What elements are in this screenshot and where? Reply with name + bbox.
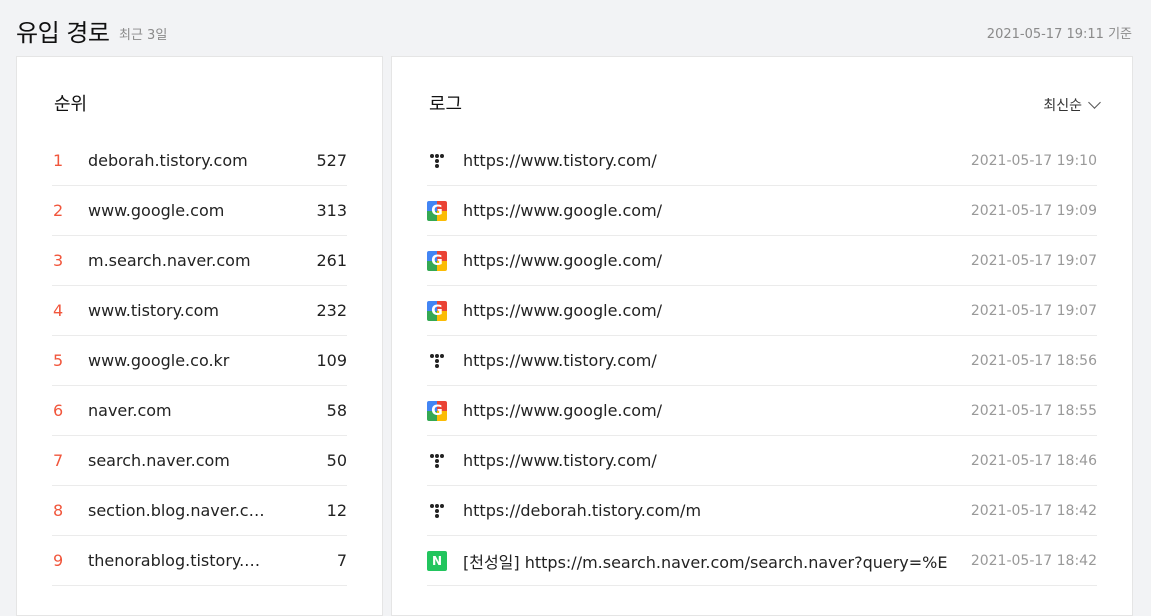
rank-row[interactable]: 2 www.google.com 313 bbox=[52, 186, 347, 236]
rank-row[interactable]: 8 section.blog.naver.c… 12 bbox=[52, 486, 347, 536]
naver-icon: N bbox=[427, 550, 447, 571]
sort-dropdown[interactable]: 최신순 bbox=[1043, 95, 1101, 115]
log-source-icon bbox=[427, 200, 463, 221]
rank-count: 261 bbox=[316, 251, 347, 270]
log-url[interactable]: https://www.google.com/ bbox=[463, 301, 947, 320]
page-title: 유입 경로 bbox=[16, 19, 110, 47]
log-source-icon bbox=[427, 151, 463, 171]
log-row[interactable]: https://www.google.com/2021-05-17 19:07 bbox=[427, 236, 1097, 286]
log-panel-title: 로그 bbox=[429, 94, 463, 115]
rank-domain: www.google.com bbox=[88, 201, 225, 220]
updated-timestamp: 2021-05-17 19:11 기준 bbox=[986, 27, 1132, 42]
rank-row[interactable]: 1 deborah.tistory.com 527 bbox=[52, 136, 347, 186]
page-header: 유입 경로 최근 3일 2021-05-17 19:11 기준 bbox=[16, 10, 1132, 47]
rank-count: 313 bbox=[316, 201, 347, 220]
rank-domain: www.tistory.com bbox=[88, 301, 220, 320]
rank-row[interactable]: 5 www.google.co.kr 109 bbox=[52, 336, 347, 386]
log-time: 2021-05-17 19:07 bbox=[970, 252, 1097, 269]
tistory-icon bbox=[427, 451, 447, 471]
rank-number: 3 bbox=[53, 251, 64, 270]
log-row[interactable]: https://www.google.com/2021-05-17 19:07 bbox=[427, 286, 1097, 336]
chevron-down-icon bbox=[1088, 96, 1101, 109]
rank-row[interactable]: 3 m.search.naver.com 261 bbox=[52, 236, 347, 286]
log-row[interactable]: https://deborah.tistory.com/m 2021-05-17 … bbox=[427, 486, 1097, 536]
log-source-icon bbox=[427, 501, 463, 521]
log-time: 2021-05-17 19:07 bbox=[970, 302, 1097, 319]
log-source-icon: N bbox=[427, 550, 463, 571]
rank-count: 109 bbox=[316, 351, 347, 370]
rank-count: 50 bbox=[326, 451, 347, 470]
log-row[interactable]: https://www.google.com/2021-05-17 18:55 bbox=[427, 386, 1097, 436]
log-row[interactable]: https://www.tistory.com/2021-05-17 18:46 bbox=[427, 436, 1097, 486]
tistory-icon bbox=[427, 151, 447, 171]
log-row[interactable]: https://www.google.com/2021-05-17 19:09 bbox=[427, 186, 1097, 236]
rank-count: 527 bbox=[316, 151, 347, 170]
log-panel: 로그 최신순 https://www.tistory.com/2021-05-1… bbox=[391, 56, 1133, 616]
google-icon bbox=[427, 300, 447, 321]
log-source-icon bbox=[427, 451, 463, 471]
log-list: https://www.tistory.com/2021-05-17 19:10… bbox=[427, 136, 1097, 586]
log-url[interactable]: https://www.tistory.com/ bbox=[463, 451, 947, 470]
log-time: 2021-05-17 18:46 bbox=[970, 452, 1097, 469]
log-url[interactable]: https://deborah.tistory.com/m bbox=[463, 501, 947, 520]
rank-row[interactable]: 6 naver.com 58 bbox=[52, 386, 347, 436]
rank-row[interactable]: 4 www.tistory.com 232 bbox=[52, 286, 347, 336]
rank-row[interactable]: 7 search.naver.com 50 bbox=[52, 436, 347, 486]
log-url[interactable]: https://www.tistory.com/ bbox=[463, 351, 947, 370]
log-url[interactable]: https://www.google.com/ bbox=[463, 401, 947, 420]
rank-row[interactable]: 9 thenorablog.tistory.… 7 bbox=[52, 536, 347, 586]
rank-domain: www.google.co.kr bbox=[88, 351, 230, 370]
rank-domain: m.search.naver.com bbox=[88, 251, 251, 270]
rank-number: 2 bbox=[53, 201, 64, 220]
rank-domain: thenorablog.tistory.… bbox=[88, 551, 261, 570]
sort-label: 최신순 bbox=[1043, 98, 1082, 114]
log-source-icon bbox=[427, 351, 463, 371]
log-url[interactable]: [천성일] https://m.search.naver.com/search.… bbox=[463, 549, 947, 573]
rank-count: 7 bbox=[336, 551, 347, 570]
log-time: 2021-05-17 19:09 bbox=[970, 202, 1097, 219]
rank-count: 58 bbox=[326, 401, 347, 420]
tistory-icon bbox=[427, 351, 447, 371]
log-url[interactable]: https://www.tistory.com/ bbox=[463, 151, 947, 170]
log-row[interactable]: https://www.tistory.com/2021-05-17 19:10 bbox=[427, 136, 1097, 186]
rank-number: 7 bbox=[53, 451, 64, 470]
rank-domain: search.naver.com bbox=[88, 451, 230, 470]
log-time: 2021-05-17 18:56 bbox=[970, 352, 1097, 369]
log-time: 2021-05-17 18:55 bbox=[970, 402, 1097, 419]
log-source-icon bbox=[427, 400, 463, 421]
rank-domain: deborah.tistory.com bbox=[88, 151, 248, 170]
rank-number: 9 bbox=[53, 551, 64, 570]
google-icon bbox=[427, 400, 447, 421]
rank-list: 1 deborah.tistory.com 527 2 www.google.com 31… bbox=[52, 136, 347, 586]
rank-number: 5 bbox=[53, 351, 64, 370]
tistory-icon bbox=[427, 501, 447, 521]
google-icon bbox=[427, 250, 447, 271]
period-label: 최근 3일 bbox=[119, 28, 168, 43]
rank-number: 6 bbox=[53, 401, 64, 420]
google-icon bbox=[427, 200, 447, 221]
rank-count: 12 bbox=[326, 501, 347, 520]
rank-number: 1 bbox=[53, 151, 64, 170]
rank-domain: naver.com bbox=[88, 401, 172, 420]
log-source-icon bbox=[427, 250, 463, 271]
log-row[interactable]: N [천성일] https://m.search.naver.com/search… bbox=[427, 536, 1097, 586]
rank-domain: section.blog.naver.c… bbox=[88, 501, 265, 520]
rank-panel: 순위 1 deborah.tistory.com 527 2 www.google.co… bbox=[16, 56, 383, 616]
log-time: 2021-05-17 18:42 bbox=[970, 552, 1097, 569]
rank-panel-title: 순위 bbox=[54, 94, 88, 115]
rank-number: 4 bbox=[53, 301, 64, 320]
log-url[interactable]: https://www.google.com/ bbox=[463, 251, 947, 270]
rank-count: 232 bbox=[316, 301, 347, 320]
log-time: 2021-05-17 19:10 bbox=[970, 152, 1097, 169]
log-url[interactable]: https://www.google.com/ bbox=[463, 201, 947, 220]
log-row[interactable]: https://www.tistory.com/2021-05-17 18:56 bbox=[427, 336, 1097, 386]
rank-number: 8 bbox=[53, 501, 64, 520]
log-source-icon bbox=[427, 300, 463, 321]
log-time: 2021-05-17 18:42 bbox=[970, 502, 1097, 519]
